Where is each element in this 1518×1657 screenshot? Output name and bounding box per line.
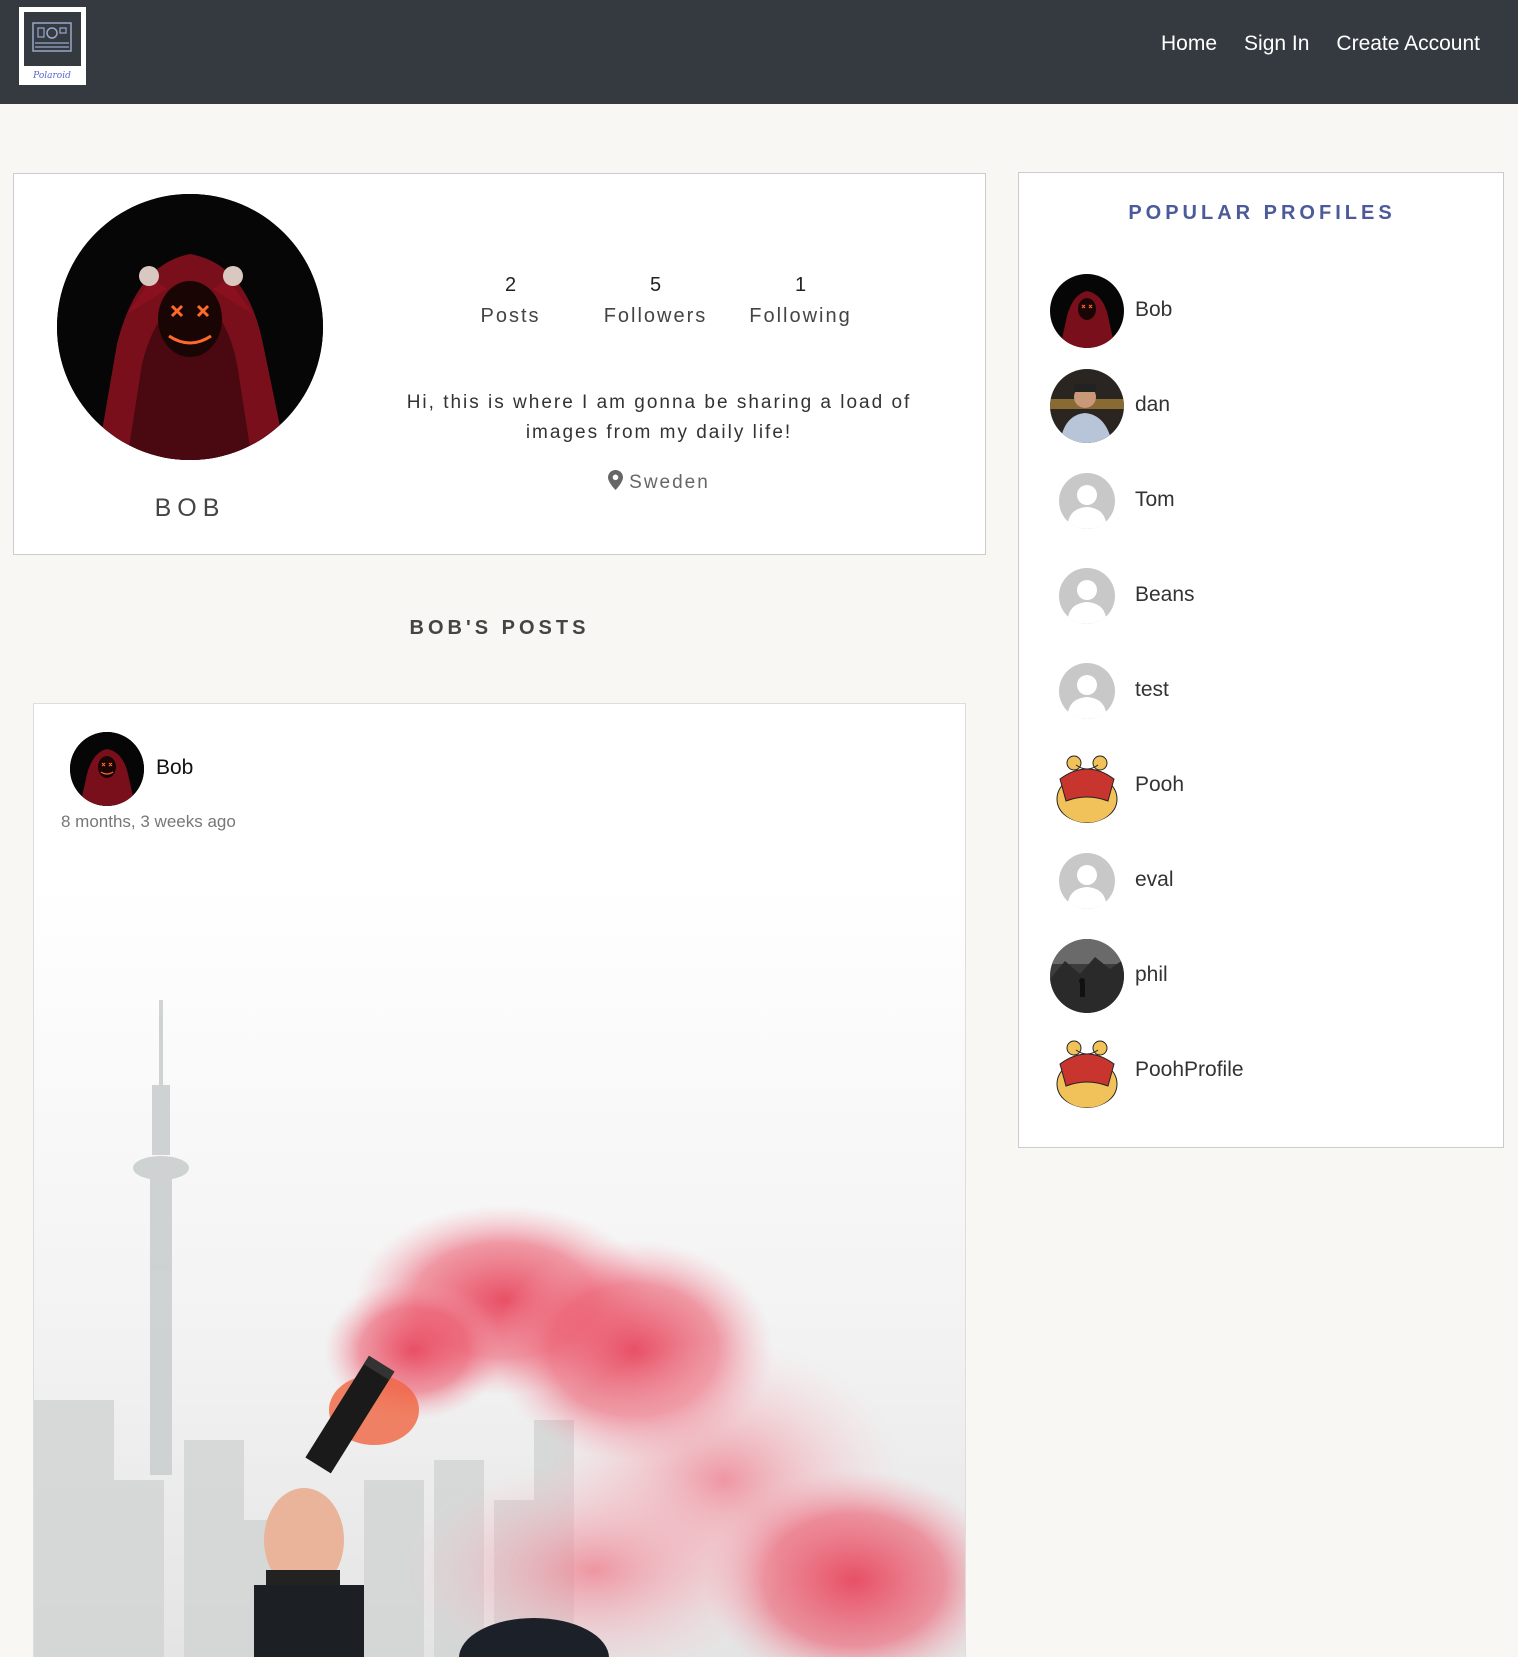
map-pin-icon [608, 470, 624, 490]
post-timestamp: 8 months, 3 weeks ago [61, 812, 236, 831]
default-user-avatar-icon [1059, 473, 1115, 529]
post-card: Bob 8 months, 3 weeks ago [33, 703, 966, 1657]
popular-profile-dan[interactable]: dan [1050, 369, 1470, 464]
profile-avatar [1050, 369, 1124, 443]
profile-name: Beans [1135, 583, 1195, 606]
popular-profile-test[interactable]: test [1050, 654, 1470, 749]
smoke-grenade-photo [34, 880, 965, 1657]
masked-hood-avatar-image [70, 732, 144, 806]
profile-location: Sweden [374, 470, 944, 494]
default-user-avatar-icon [1059, 568, 1115, 624]
nav-create-account-link[interactable]: Create Account [1336, 32, 1480, 56]
profile-name: test [1135, 678, 1169, 701]
profile-name: PoohProfile [1135, 1058, 1244, 1081]
stat-posts-label: Posts [480, 305, 541, 327]
stat-followers-count: 5 [649, 274, 662, 296]
logo-text: Polaroid [32, 71, 71, 81]
popular-profile-poohprofile[interactable]: PoohProfile [1050, 1034, 1470, 1129]
profile-name: BOB [154, 494, 226, 522]
polaroid-logo[interactable]: Polaroid [19, 7, 86, 85]
profile-avatar [1050, 559, 1124, 633]
profile-avatar [1050, 749, 1124, 823]
profile-card: BOB 2 Posts 5 Followers 1 Following Hi, … [13, 173, 986, 555]
default-user-avatar-icon [1059, 853, 1115, 909]
profile-name: Bob [1135, 298, 1173, 321]
popular-profiles-list: Bob dan Tom Beans test Pooh eval phil Po… [1050, 274, 1470, 1129]
profile-name: Pooh [1135, 773, 1185, 796]
profile-avatar [1050, 274, 1124, 348]
popular-profile-bob[interactable]: Bob [1050, 274, 1470, 369]
masked-hood-avatar-image [1050, 274, 1124, 348]
pooh-bear-avatar-image [1050, 749, 1124, 823]
popular-profile-beans[interactable]: Beans [1050, 559, 1470, 654]
posts-heading: BOB'S POSTS [409, 617, 590, 639]
masked-hood-avatar-image [57, 194, 323, 460]
profile-name: phil [1135, 963, 1168, 986]
profile-avatar [1050, 1034, 1124, 1108]
popular-profile-phil[interactable]: phil [1050, 939, 1470, 1034]
post-author-avatar[interactable] [70, 732, 144, 806]
nav-links: Home Sign In Create Account [1161, 32, 1480, 56]
profile-stats: 2 Posts 5 Followers 1 Following [438, 274, 873, 328]
post-image[interactable] [34, 880, 965, 1657]
ruins-photo-avatar-image [1050, 939, 1124, 1013]
profile-avatar [1050, 464, 1124, 538]
profile-avatar [1050, 939, 1124, 1013]
popular-profiles-title: POPULAR PROFILES [1128, 202, 1396, 224]
stat-posts[interactable]: 2 Posts [438, 274, 583, 328]
profile-bio: Hi, this is where I am gonna be sharing … [406, 392, 912, 443]
stat-following-label: Following [749, 305, 852, 327]
stat-followers[interactable]: 5 Followers [583, 274, 728, 328]
stat-followers-label: Followers [603, 305, 708, 327]
stat-posts-count: 2 [504, 274, 517, 296]
popular-profile-eval[interactable]: eval [1050, 844, 1470, 939]
camera-logo-icon: Polaroid [21, 9, 84, 83]
profile-avatar [57, 194, 323, 460]
popular-profile-tom[interactable]: Tom [1050, 464, 1470, 559]
profile-name: Tom [1135, 488, 1175, 511]
default-user-avatar-icon [1059, 663, 1115, 719]
stat-following[interactable]: 1 Following [728, 274, 873, 328]
profile-name: eval [1135, 868, 1174, 891]
nav-sign-in-link[interactable]: Sign In [1244, 32, 1309, 56]
stat-following-count: 1 [794, 274, 807, 296]
nav-home-link[interactable]: Home [1161, 32, 1217, 56]
profile-avatar [1050, 654, 1124, 728]
person-photo-avatar-image [1050, 369, 1124, 443]
navbar: Polaroid Home Sign In Create Account [0, 0, 1518, 104]
popular-profile-pooh[interactable]: Pooh [1050, 749, 1470, 844]
pooh-bear-avatar-image [1050, 1034, 1124, 1108]
profile-name: dan [1135, 393, 1171, 416]
profile-location-text: Sweden [629, 472, 710, 493]
post-author-name[interactable]: Bob [156, 756, 193, 780]
profile-avatar [1050, 844, 1124, 918]
popular-profiles-panel: POPULAR PROFILES Bob dan Tom Beans test … [1018, 172, 1504, 1148]
